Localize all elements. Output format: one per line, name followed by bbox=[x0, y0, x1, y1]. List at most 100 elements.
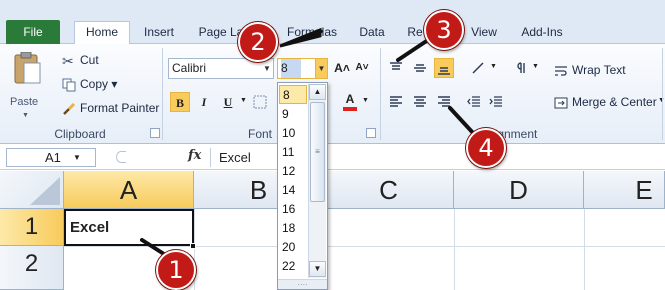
paste-button[interactable]: Paste ▼ bbox=[8, 50, 46, 120]
row-header-2[interactable]: 2 bbox=[0, 246, 64, 290]
paintbrush-icon bbox=[63, 102, 76, 115]
text-orientation-icon bbox=[472, 62, 484, 74]
font-size-option-10[interactable]: 10 bbox=[279, 124, 307, 143]
scroll-down-icon[interactable]: ▼ bbox=[309, 261, 326, 277]
font-size-option-11[interactable]: 11 bbox=[279, 143, 307, 162]
insert-function-icon[interactable]: fx bbox=[188, 148, 201, 163]
worksheet-grid[interactable]: A B C D E 1 2 Excel bbox=[0, 171, 665, 290]
tab-insert[interactable]: Insert bbox=[136, 22, 182, 44]
font-size-option-8[interactable]: 8 bbox=[279, 85, 307, 104]
name-box-value: A1 bbox=[45, 150, 61, 165]
tab-view[interactable]: View bbox=[466, 22, 502, 44]
increase-indent-button[interactable] bbox=[486, 92, 506, 112]
tab-formulas[interactable]: Formulas bbox=[284, 22, 340, 44]
format-painter-label: Format Painter bbox=[80, 101, 160, 115]
decrease-indent-button[interactable] bbox=[464, 92, 484, 112]
gridline bbox=[584, 209, 585, 290]
format-painter-button[interactable]: Format Painter bbox=[62, 98, 159, 118]
font-name-value: Calibri bbox=[172, 61, 207, 75]
callout-badge-1: 1 bbox=[156, 250, 196, 290]
select-all-button[interactable] bbox=[0, 171, 64, 209]
callout-badge-2: 2 bbox=[238, 22, 278, 62]
align-top-icon bbox=[390, 62, 402, 70]
formula-bar-resize-handle[interactable] bbox=[116, 151, 126, 163]
copy-label: Copy ▾ bbox=[80, 77, 118, 91]
font-color-button[interactable]: A bbox=[340, 92, 360, 112]
formula-bar: A1 ▼ fx Excel bbox=[0, 145, 665, 170]
font-size-scrollbar[interactable]: ▲ ≡ ▼ bbox=[308, 84, 326, 278]
chevron-down-icon: ▼ bbox=[532, 63, 539, 70]
tab-home[interactable]: Home bbox=[74, 21, 130, 45]
copy-icon bbox=[62, 78, 76, 92]
paragraph-icon bbox=[517, 62, 525, 73]
shrink-font-button[interactable]: A˅ bbox=[352, 58, 372, 78]
wrap-text-button[interactable]: Wrap Text bbox=[554, 60, 626, 80]
callout-badge-4: 4 bbox=[466, 128, 506, 168]
select-all-triangle-icon bbox=[30, 177, 60, 205]
scissors-icon: ✂ bbox=[62, 52, 74, 69]
bottom-align-button[interactable] bbox=[434, 58, 454, 78]
chevron-down-icon[interactable]: ▼ bbox=[73, 149, 81, 166]
font-size-option-18[interactable]: 18 bbox=[279, 219, 307, 238]
cell-a1[interactable]: Excel bbox=[64, 209, 194, 246]
middle-align-button[interactable] bbox=[410, 58, 430, 78]
decrease-indent-icon bbox=[467, 96, 480, 107]
font-size-option-22[interactable]: 22 bbox=[279, 257, 307, 276]
italic-button[interactable]: I bbox=[194, 92, 214, 112]
gridline bbox=[454, 209, 455, 290]
chevron-down-icon[interactable]: ▼ bbox=[315, 59, 327, 78]
bold-button[interactable]: B bbox=[170, 92, 190, 112]
column-header-e[interactable]: E bbox=[584, 171, 665, 209]
name-box[interactable]: A1 ▼ bbox=[6, 148, 96, 167]
font-size-dropdown: 8 9 10 11 12 14 16 18 20 22 ▲ ≡ ▼ ···· bbox=[277, 82, 328, 290]
callout-badge-3: 3 bbox=[424, 10, 464, 50]
tab-add-ins[interactable]: Add-Ins bbox=[514, 22, 570, 44]
font-size-option-9[interactable]: 9 bbox=[279, 105, 307, 124]
font-size-option-20[interactable]: 20 bbox=[279, 238, 307, 257]
ribbon-tab-bar: File Home Insert Page La Formulas Data R… bbox=[0, 0, 665, 45]
font-size-option-16[interactable]: 16 bbox=[279, 200, 307, 219]
column-header-c[interactable]: C bbox=[324, 171, 454, 209]
clipboard-dialog-launcher[interactable] bbox=[150, 128, 160, 138]
align-center-icon bbox=[414, 96, 426, 107]
orientation-button[interactable] bbox=[468, 58, 488, 78]
font-dialog-launcher[interactable] bbox=[366, 128, 376, 138]
text-direction-button[interactable] bbox=[510, 58, 530, 78]
align-right-icon bbox=[438, 96, 450, 107]
font-size-combo[interactable]: 8 ▼ bbox=[277, 58, 328, 79]
underline-button[interactable]: U bbox=[218, 92, 238, 112]
grow-font-button[interactable]: A˄ bbox=[332, 58, 352, 78]
chevron-down-icon: ▼ bbox=[362, 97, 369, 104]
merge-cells-icon bbox=[554, 97, 568, 109]
tab-file[interactable]: File bbox=[6, 20, 60, 44]
borders-button[interactable] bbox=[250, 92, 270, 112]
merge-center-button[interactable]: Merge & Center bbox=[554, 92, 657, 112]
font-size-option-14[interactable]: 14 bbox=[279, 181, 307, 200]
clipboard-group-label: Clipboard bbox=[54, 127, 106, 141]
font-size-value: 8 bbox=[281, 59, 301, 78]
font-size-option-12[interactable]: 12 bbox=[279, 162, 307, 181]
top-align-button[interactable] bbox=[386, 58, 406, 78]
align-center-button[interactable] bbox=[410, 92, 430, 112]
scroll-thumb[interactable]: ≡ bbox=[310, 102, 325, 202]
chevron-down-icon: ▼ bbox=[490, 63, 497, 70]
ribbon-home: Paste ▼ ✂ Cut Copy ▾ Format Painter Clipb… bbox=[0, 44, 665, 144]
align-left-button[interactable] bbox=[386, 92, 406, 112]
tab-data[interactable]: Data bbox=[352, 22, 392, 44]
font-color-bar bbox=[343, 107, 357, 111]
align-right-button[interactable] bbox=[434, 92, 454, 112]
group-separator bbox=[662, 48, 663, 140]
scroll-up-icon[interactable]: ▲ bbox=[309, 84, 326, 100]
resize-grip-icon[interactable]: ···· bbox=[278, 279, 327, 289]
cut-label: Cut bbox=[80, 53, 99, 67]
column-header-a[interactable]: A bbox=[64, 171, 194, 209]
copy-button[interactable]: Copy ▾ bbox=[62, 74, 117, 94]
align-middle-icon bbox=[414, 64, 426, 72]
group-separator bbox=[162, 48, 163, 140]
tab-review[interactable]: Re bbox=[404, 22, 426, 44]
cut-button[interactable]: ✂ Cut bbox=[62, 50, 99, 70]
chevron-down-icon: ▼ bbox=[240, 97, 247, 104]
row-header-1[interactable]: 1 bbox=[0, 209, 64, 246]
fill-handle[interactable] bbox=[190, 243, 196, 249]
column-header-d[interactable]: D bbox=[454, 171, 584, 209]
